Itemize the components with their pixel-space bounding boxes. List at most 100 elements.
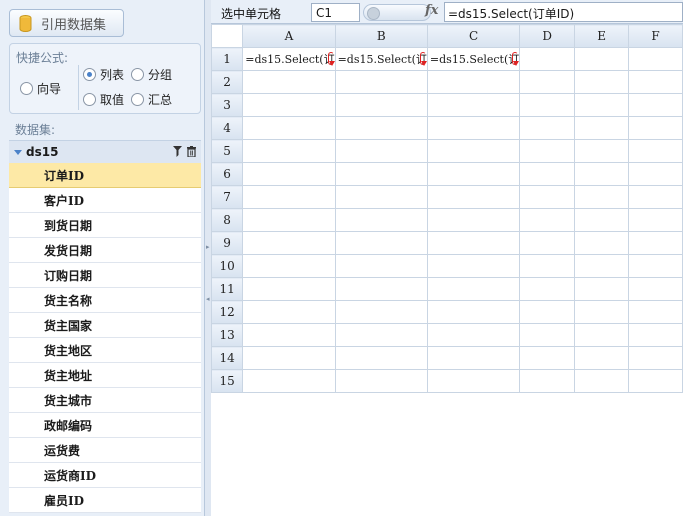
- grid-cell[interactable]: [628, 369, 683, 393]
- grid-cell[interactable]: [242, 185, 336, 209]
- radio-group[interactable]: 分组: [131, 66, 172, 83]
- grid-cell[interactable]: [334, 208, 428, 232]
- field-item[interactable]: 货主城市: [9, 388, 201, 413]
- grid-cell[interactable]: [426, 162, 521, 186]
- grid-cell[interactable]: [519, 369, 576, 393]
- grid-cell[interactable]: [574, 323, 630, 347]
- grid-cell[interactable]: [628, 254, 683, 278]
- filter-icon[interactable]: [173, 146, 182, 157]
- grid-cell[interactable]: [574, 208, 630, 232]
- trash-icon[interactable]: [187, 146, 196, 157]
- grid-cell[interactable]: [426, 231, 521, 255]
- grid-cell[interactable]: [574, 185, 630, 209]
- field-item[interactable]: 货主地址: [9, 363, 201, 388]
- grid-cell[interactable]: [519, 162, 576, 186]
- cell-reference-field[interactable]: C1: [311, 3, 360, 22]
- radio-wizard[interactable]: 向导: [20, 80, 61, 97]
- row-header[interactable]: 13: [210, 323, 244, 347]
- column-header[interactable]: D: [519, 24, 576, 48]
- grid-cell[interactable]: [242, 254, 336, 278]
- expand-right-icon[interactable]: ▸: [206, 243, 210, 251]
- row-header[interactable]: 14: [210, 346, 244, 370]
- grid-cell[interactable]: [242, 277, 336, 301]
- grid-cell[interactable]: [628, 185, 683, 209]
- grid-cell[interactable]: [519, 116, 576, 140]
- grid-cell[interactable]: [628, 300, 683, 324]
- grid-cell[interactable]: [574, 254, 630, 278]
- grid-cell[interactable]: [242, 139, 336, 163]
- column-header[interactable]: F: [628, 24, 683, 48]
- grid-cell[interactable]: [242, 93, 336, 117]
- field-item[interactable]: 政邮编码: [9, 413, 201, 438]
- grid-cell[interactable]: =ds15.Select(订: [242, 47, 336, 71]
- grid-cell[interactable]: [628, 47, 683, 71]
- grid-cell[interactable]: [242, 323, 336, 347]
- field-item[interactable]: 货主国家: [9, 313, 201, 338]
- grid-cell[interactable]: [574, 346, 630, 370]
- field-item[interactable]: 货主名称: [9, 288, 201, 313]
- grid-cell[interactable]: [628, 93, 683, 117]
- grid-cell[interactable]: [519, 323, 576, 347]
- grid-corner[interactable]: [210, 24, 244, 48]
- grid-cell[interactable]: [519, 185, 576, 209]
- grid-cell[interactable]: [426, 93, 521, 117]
- grid-cell[interactable]: [574, 300, 630, 324]
- radio-list[interactable]: 列表: [83, 66, 124, 83]
- formula-input[interactable]: =ds15.Select(订单ID): [444, 2, 683, 22]
- radio-summary[interactable]: 汇总: [131, 91, 172, 108]
- grid-cell[interactable]: [334, 300, 428, 324]
- row-header[interactable]: 10: [210, 254, 244, 278]
- grid-cell[interactable]: [242, 116, 336, 140]
- column-header[interactable]: A: [242, 24, 336, 48]
- grid-cell[interactable]: [628, 346, 683, 370]
- grid-cell[interactable]: [628, 231, 683, 255]
- grid-cell[interactable]: [628, 323, 683, 347]
- row-header[interactable]: 4: [210, 116, 244, 140]
- collapse-left-icon[interactable]: ◂: [206, 295, 210, 303]
- grid-cell[interactable]: [334, 162, 428, 186]
- field-item[interactable]: 运货商ID: [9, 463, 201, 488]
- grid-cell[interactable]: =ds15.Select(订: [334, 47, 428, 71]
- grid-cell[interactable]: [519, 346, 576, 370]
- grid-cell[interactable]: [334, 185, 428, 209]
- grid-cell[interactable]: [334, 277, 428, 301]
- grid-cell[interactable]: [426, 369, 521, 393]
- row-header[interactable]: 8: [210, 208, 244, 232]
- grid-cell[interactable]: [242, 300, 336, 324]
- field-item[interactable]: 订购日期: [9, 263, 201, 288]
- grid-cell[interactable]: [519, 93, 576, 117]
- row-header[interactable]: 1: [210, 47, 244, 71]
- grid-cell[interactable]: [628, 70, 683, 94]
- grid-cell[interactable]: [426, 208, 521, 232]
- grid-cell[interactable]: [628, 116, 683, 140]
- chevron-down-icon[interactable]: [14, 149, 22, 155]
- grid-cell[interactable]: [519, 47, 576, 71]
- column-header[interactable]: B: [334, 24, 428, 48]
- field-item[interactable]: 雇员ID: [9, 488, 201, 513]
- field-item[interactable]: 订单ID: [9, 163, 201, 188]
- grid-cell[interactable]: [519, 300, 576, 324]
- radio-value[interactable]: 取值: [83, 91, 124, 108]
- row-header[interactable]: 11: [210, 277, 244, 301]
- grid-cell[interactable]: [334, 116, 428, 140]
- row-header[interactable]: 7: [210, 185, 244, 209]
- column-header[interactable]: E: [574, 24, 630, 48]
- dataset-node[interactable]: ds15: [9, 140, 201, 163]
- grid-cell[interactable]: [334, 93, 428, 117]
- grid-cell[interactable]: [426, 254, 521, 278]
- grid-cell[interactable]: [242, 346, 336, 370]
- row-header[interactable]: 15: [210, 369, 244, 393]
- grid-cell[interactable]: [426, 185, 521, 209]
- grid-cell[interactable]: [519, 139, 576, 163]
- grid-cell[interactable]: [426, 116, 521, 140]
- grid-cell[interactable]: [334, 369, 428, 393]
- grid-cell[interactable]: [426, 139, 521, 163]
- grid-cell[interactable]: [519, 70, 576, 94]
- grid-cell[interactable]: [242, 369, 336, 393]
- row-header[interactable]: 2: [210, 70, 244, 94]
- grid-cell[interactable]: [242, 162, 336, 186]
- grid-cell[interactable]: [426, 300, 521, 324]
- grid-cell[interactable]: [628, 277, 683, 301]
- grid-cell[interactable]: [574, 231, 630, 255]
- grid-cell[interactable]: [519, 208, 576, 232]
